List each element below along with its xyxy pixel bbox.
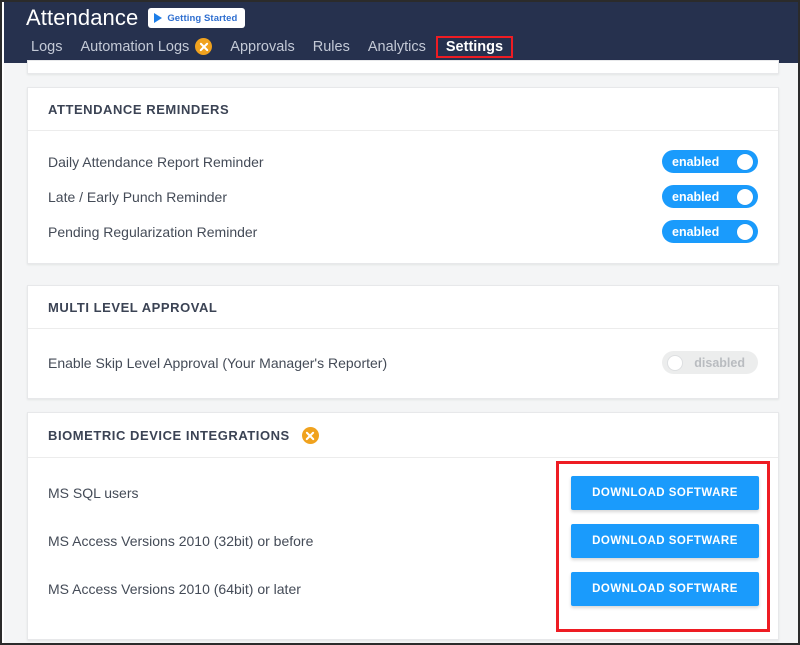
download-software-button-ms-access-32bit[interactable]: DOWNLOAD SOFTWARE: [571, 524, 759, 558]
card-biometric-device-integrations: BIOMETRIC DEVICE INTEGRATIONS MS SQL use…: [27, 412, 779, 640]
row-label: MS SQL users: [48, 485, 139, 501]
toggle-knob: [737, 223, 753, 240]
toggle-knob: [667, 354, 683, 371]
tab-analytics[interactable]: Analytics: [359, 37, 435, 57]
card-attendance-reminders: ATTENDANCE REMINDERS Daily Attendance Re…: [27, 87, 779, 264]
toggle-enable-skip-level-approval[interactable]: disabled: [662, 351, 758, 374]
tab-logs-label: Logs: [31, 38, 63, 55]
row-enable-skip-level-approval: Enable Skip Level Approval (Your Manager…: [28, 345, 778, 380]
getting-started-button[interactable]: Getting Started: [148, 8, 246, 28]
toggle-knob: [737, 153, 753, 170]
left-gutter: [4, 63, 26, 643]
row-label: MS Access Versions 2010 (32bit) or befor…: [48, 533, 314, 549]
download-software-button-ms-access-64bit[interactable]: DOWNLOAD SOFTWARE: [571, 572, 759, 606]
row-pending-regularization-reminder: Pending Regularization Reminder enabled: [28, 214, 778, 249]
tab-rules-label: Rules: [312, 38, 350, 55]
app-screenshot: Attendance Getting Started Logs Automati…: [0, 0, 800, 645]
biometric-device-integrations-title: BIOMETRIC DEVICE INTEGRATIONS: [48, 428, 290, 443]
row-late-early-punch-reminder: Late / Early Punch Reminder enabled: [28, 179, 778, 214]
toggle-state-label: enabled: [672, 224, 720, 239]
tab-automation-logs[interactable]: Automation Logs: [71, 36, 221, 57]
row-ms-access-32bit: MS Access Versions 2010 (32bit) or befor…: [28, 517, 778, 565]
top-navigation-bar: Attendance Getting Started Logs Automati…: [4, 2, 798, 63]
partial-card-above: [27, 60, 779, 74]
tab-analytics-label: Analytics: [367, 38, 426, 55]
row-label: Daily Attendance Report Reminder: [48, 153, 264, 170]
toggle-state-label: disabled: [694, 355, 745, 370]
tab-settings[interactable]: Settings: [435, 35, 514, 58]
tab-rules[interactable]: Rules: [304, 37, 359, 57]
toggle-state-label: enabled: [672, 189, 720, 204]
getting-started-label: Getting Started: [167, 12, 238, 24]
plane-icon: [301, 427, 319, 444]
row-label: Late / Early Punch Reminder: [48, 188, 227, 205]
attendance-reminders-title: ATTENDANCE REMINDERS: [48, 102, 230, 117]
toggle-daily-attendance-report-reminder[interactable]: enabled: [662, 150, 758, 173]
row-ms-sql-users: MS SQL users DOWNLOAD SOFTWARE: [28, 469, 778, 517]
title-row: Attendance Getting Started: [4, 2, 798, 32]
toggle-pending-regularization-reminder[interactable]: enabled: [662, 220, 758, 243]
tab-approvals-label: Approvals: [230, 38, 295, 55]
tab-approvals[interactable]: Approvals: [221, 37, 303, 57]
tab-automation-logs-label: Automation Logs: [80, 38, 190, 55]
row-daily-attendance-report-reminder: Daily Attendance Report Reminder enabled: [28, 144, 778, 179]
toggle-knob: [737, 188, 753, 205]
tab-settings-label: Settings: [445, 38, 504, 55]
row-label: Pending Regularization Reminder: [48, 223, 258, 240]
multi-level-approval-title: MULTI LEVEL APPROVAL: [48, 300, 218, 315]
card-multi-level-approval: MULTI LEVEL APPROVAL Enable Skip Level A…: [27, 285, 779, 399]
row-label: Enable Skip Level Approval (Your Manager…: [48, 354, 388, 371]
tab-logs[interactable]: Logs: [22, 37, 71, 57]
toggle-state-label: enabled: [672, 154, 720, 169]
multi-level-approval-header: MULTI LEVEL APPROVAL: [28, 286, 778, 329]
row-label: MS Access Versions 2010 (64bit) or later: [48, 581, 301, 597]
attendance-reminders-header: ATTENDANCE REMINDERS: [28, 88, 778, 131]
settings-content: ATTENDANCE REMINDERS Daily Attendance Re…: [4, 60, 798, 643]
row-ms-access-64bit: MS Access Versions 2010 (64bit) or later…: [28, 565, 778, 613]
page-title: Attendance: [26, 5, 139, 30]
download-software-button-ms-sql[interactable]: DOWNLOAD SOFTWARE: [571, 476, 759, 510]
toggle-late-early-punch-reminder[interactable]: enabled: [662, 185, 758, 208]
biometric-device-integrations-header: BIOMETRIC DEVICE INTEGRATIONS: [28, 413, 778, 458]
plane-icon: [195, 38, 213, 55]
nav-tabs: Logs Automation Logs Approvals Rules Ana…: [4, 32, 798, 61]
play-icon: [154, 13, 163, 23]
